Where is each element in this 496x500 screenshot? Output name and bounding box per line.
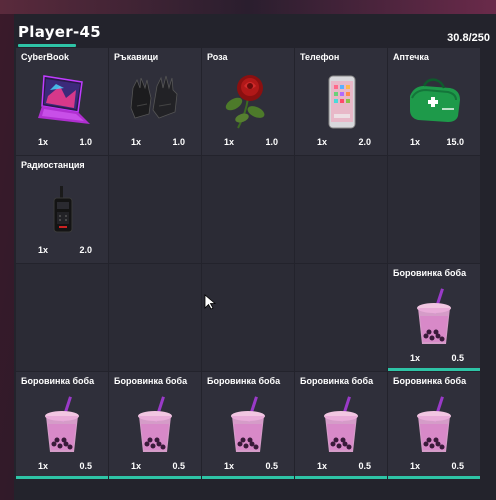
gloves-icon bbox=[130, 75, 178, 119]
item-quantity: 1x bbox=[38, 461, 49, 471]
inventory-slot[interactable]: Боровинка боба 1x 0.5 bbox=[295, 372, 387, 479]
durability-bar bbox=[109, 476, 201, 479]
item-quantity: 1x bbox=[410, 137, 421, 147]
game-world-backdrop bbox=[0, 0, 496, 14]
item-name: Боровинка боба bbox=[300, 376, 374, 386]
inventory-header: Player-45 30.8/250 bbox=[14, 14, 496, 48]
item-weight: 2.0 bbox=[79, 245, 92, 255]
item-weight: 1.0 bbox=[265, 137, 278, 147]
item-weight: 1.0 bbox=[79, 137, 92, 147]
item-weight: 2.0 bbox=[358, 137, 371, 147]
inventory-slot-empty[interactable] bbox=[202, 156, 294, 263]
inventory-slot-empty[interactable] bbox=[388, 156, 480, 263]
item-name: Боровинка боба bbox=[21, 376, 95, 386]
inventory-slot[interactable]: Телефон 1x 2.0 bbox=[295, 48, 387, 155]
durability-bar bbox=[202, 476, 294, 479]
item-name: CyberBook bbox=[21, 52, 70, 62]
item-weight: 0.5 bbox=[265, 461, 278, 471]
rose-icon bbox=[225, 75, 265, 129]
item-weight: 0.5 bbox=[79, 461, 92, 471]
bubble-tea-icon bbox=[45, 396, 79, 452]
inventory-slot[interactable]: Боровинка боба 1x 0.5 bbox=[388, 372, 480, 479]
item-name: Боровинка боба bbox=[114, 376, 188, 386]
item-quantity: 1x bbox=[317, 461, 328, 471]
inventory-slot[interactable]: Боровинка боба 1x 0.5 bbox=[109, 372, 201, 479]
item-quantity: 1x bbox=[38, 137, 49, 147]
durability-bar bbox=[388, 368, 480, 371]
inventory-slot[interactable]: Боровинка боба 1x 0.5 bbox=[202, 372, 294, 479]
durability-bar bbox=[388, 476, 480, 479]
durability-bar bbox=[295, 476, 387, 479]
item-weight: 0.5 bbox=[358, 461, 371, 471]
inventory-slot[interactable]: Аптечка 1x 15.0 bbox=[388, 48, 480, 155]
item-weight: 0.5 bbox=[451, 353, 464, 363]
item-quantity: 1x bbox=[38, 245, 49, 255]
inventory-grid: CyberBook 1x 1.0 Ръкавици 1x 1.0 Роза 1x… bbox=[16, 48, 496, 500]
item-name: Радиостанция bbox=[21, 160, 85, 170]
inventory-slot-empty[interactable] bbox=[109, 264, 201, 371]
item-name: Боровинка боба bbox=[393, 268, 467, 278]
item-name: Ръкавици bbox=[114, 52, 159, 62]
player-name: Player-45 bbox=[18, 23, 101, 41]
mouse-cursor-icon bbox=[204, 294, 216, 310]
bubble-tea-icon bbox=[231, 396, 265, 452]
bubble-tea-icon bbox=[324, 396, 358, 452]
player-name-underline bbox=[18, 44, 76, 47]
inventory-slot[interactable]: Ръкавици 1x 1.0 bbox=[109, 48, 201, 155]
item-name: Боровинка боба bbox=[207, 376, 281, 386]
item-quantity: 1x bbox=[131, 461, 142, 471]
item-quantity: 1x bbox=[317, 137, 328, 147]
inventory-slot-empty[interactable] bbox=[109, 156, 201, 263]
inventory-slot[interactable]: Боровинка боба 1x 0.5 bbox=[388, 264, 480, 371]
phone-icon bbox=[328, 75, 356, 129]
item-quantity: 1x bbox=[224, 137, 235, 147]
inventory-weight: 30.8/250 bbox=[447, 32, 490, 44]
item-name: Боровинка боба bbox=[393, 376, 467, 386]
inventory-panel: Player-45 30.8/250 CyberBook 1x 1.0 Ръка… bbox=[14, 14, 496, 500]
inventory-slot-empty[interactable] bbox=[295, 156, 387, 263]
inventory-slot[interactable]: Радиостанция 1x 2.0 bbox=[16, 156, 108, 263]
item-name: Телефон bbox=[300, 52, 340, 62]
item-weight: 0.5 bbox=[172, 461, 185, 471]
item-weight: 1.0 bbox=[172, 137, 185, 147]
item-name: Роза bbox=[207, 52, 228, 62]
radio-icon bbox=[53, 186, 73, 233]
item-name: Аптечка bbox=[393, 52, 429, 62]
item-quantity: 1x bbox=[131, 137, 142, 147]
inventory-slot[interactable]: CyberBook 1x 1.0 bbox=[16, 48, 108, 155]
inventory-slot-empty[interactable] bbox=[295, 264, 387, 371]
laptop-icon bbox=[38, 75, 90, 124]
bubble-tea-icon bbox=[417, 396, 451, 452]
item-weight: 0.5 bbox=[451, 461, 464, 471]
item-quantity: 1x bbox=[410, 353, 421, 363]
item-weight: 15.0 bbox=[446, 137, 464, 147]
item-quantity: 1x bbox=[224, 461, 235, 471]
inventory-slot-empty[interactable] bbox=[16, 264, 108, 371]
inventory-slot[interactable]: Боровинка боба 1x 0.5 bbox=[16, 372, 108, 479]
first-aid-kit-icon bbox=[410, 78, 460, 122]
inventory-slot-empty[interactable] bbox=[202, 264, 294, 371]
bubble-tea-icon bbox=[138, 396, 172, 452]
bubble-tea-icon bbox=[417, 288, 451, 344]
inventory-slot[interactable]: Роза 1x 1.0 bbox=[202, 48, 294, 155]
durability-bar bbox=[16, 476, 108, 479]
item-quantity: 1x bbox=[410, 461, 421, 471]
